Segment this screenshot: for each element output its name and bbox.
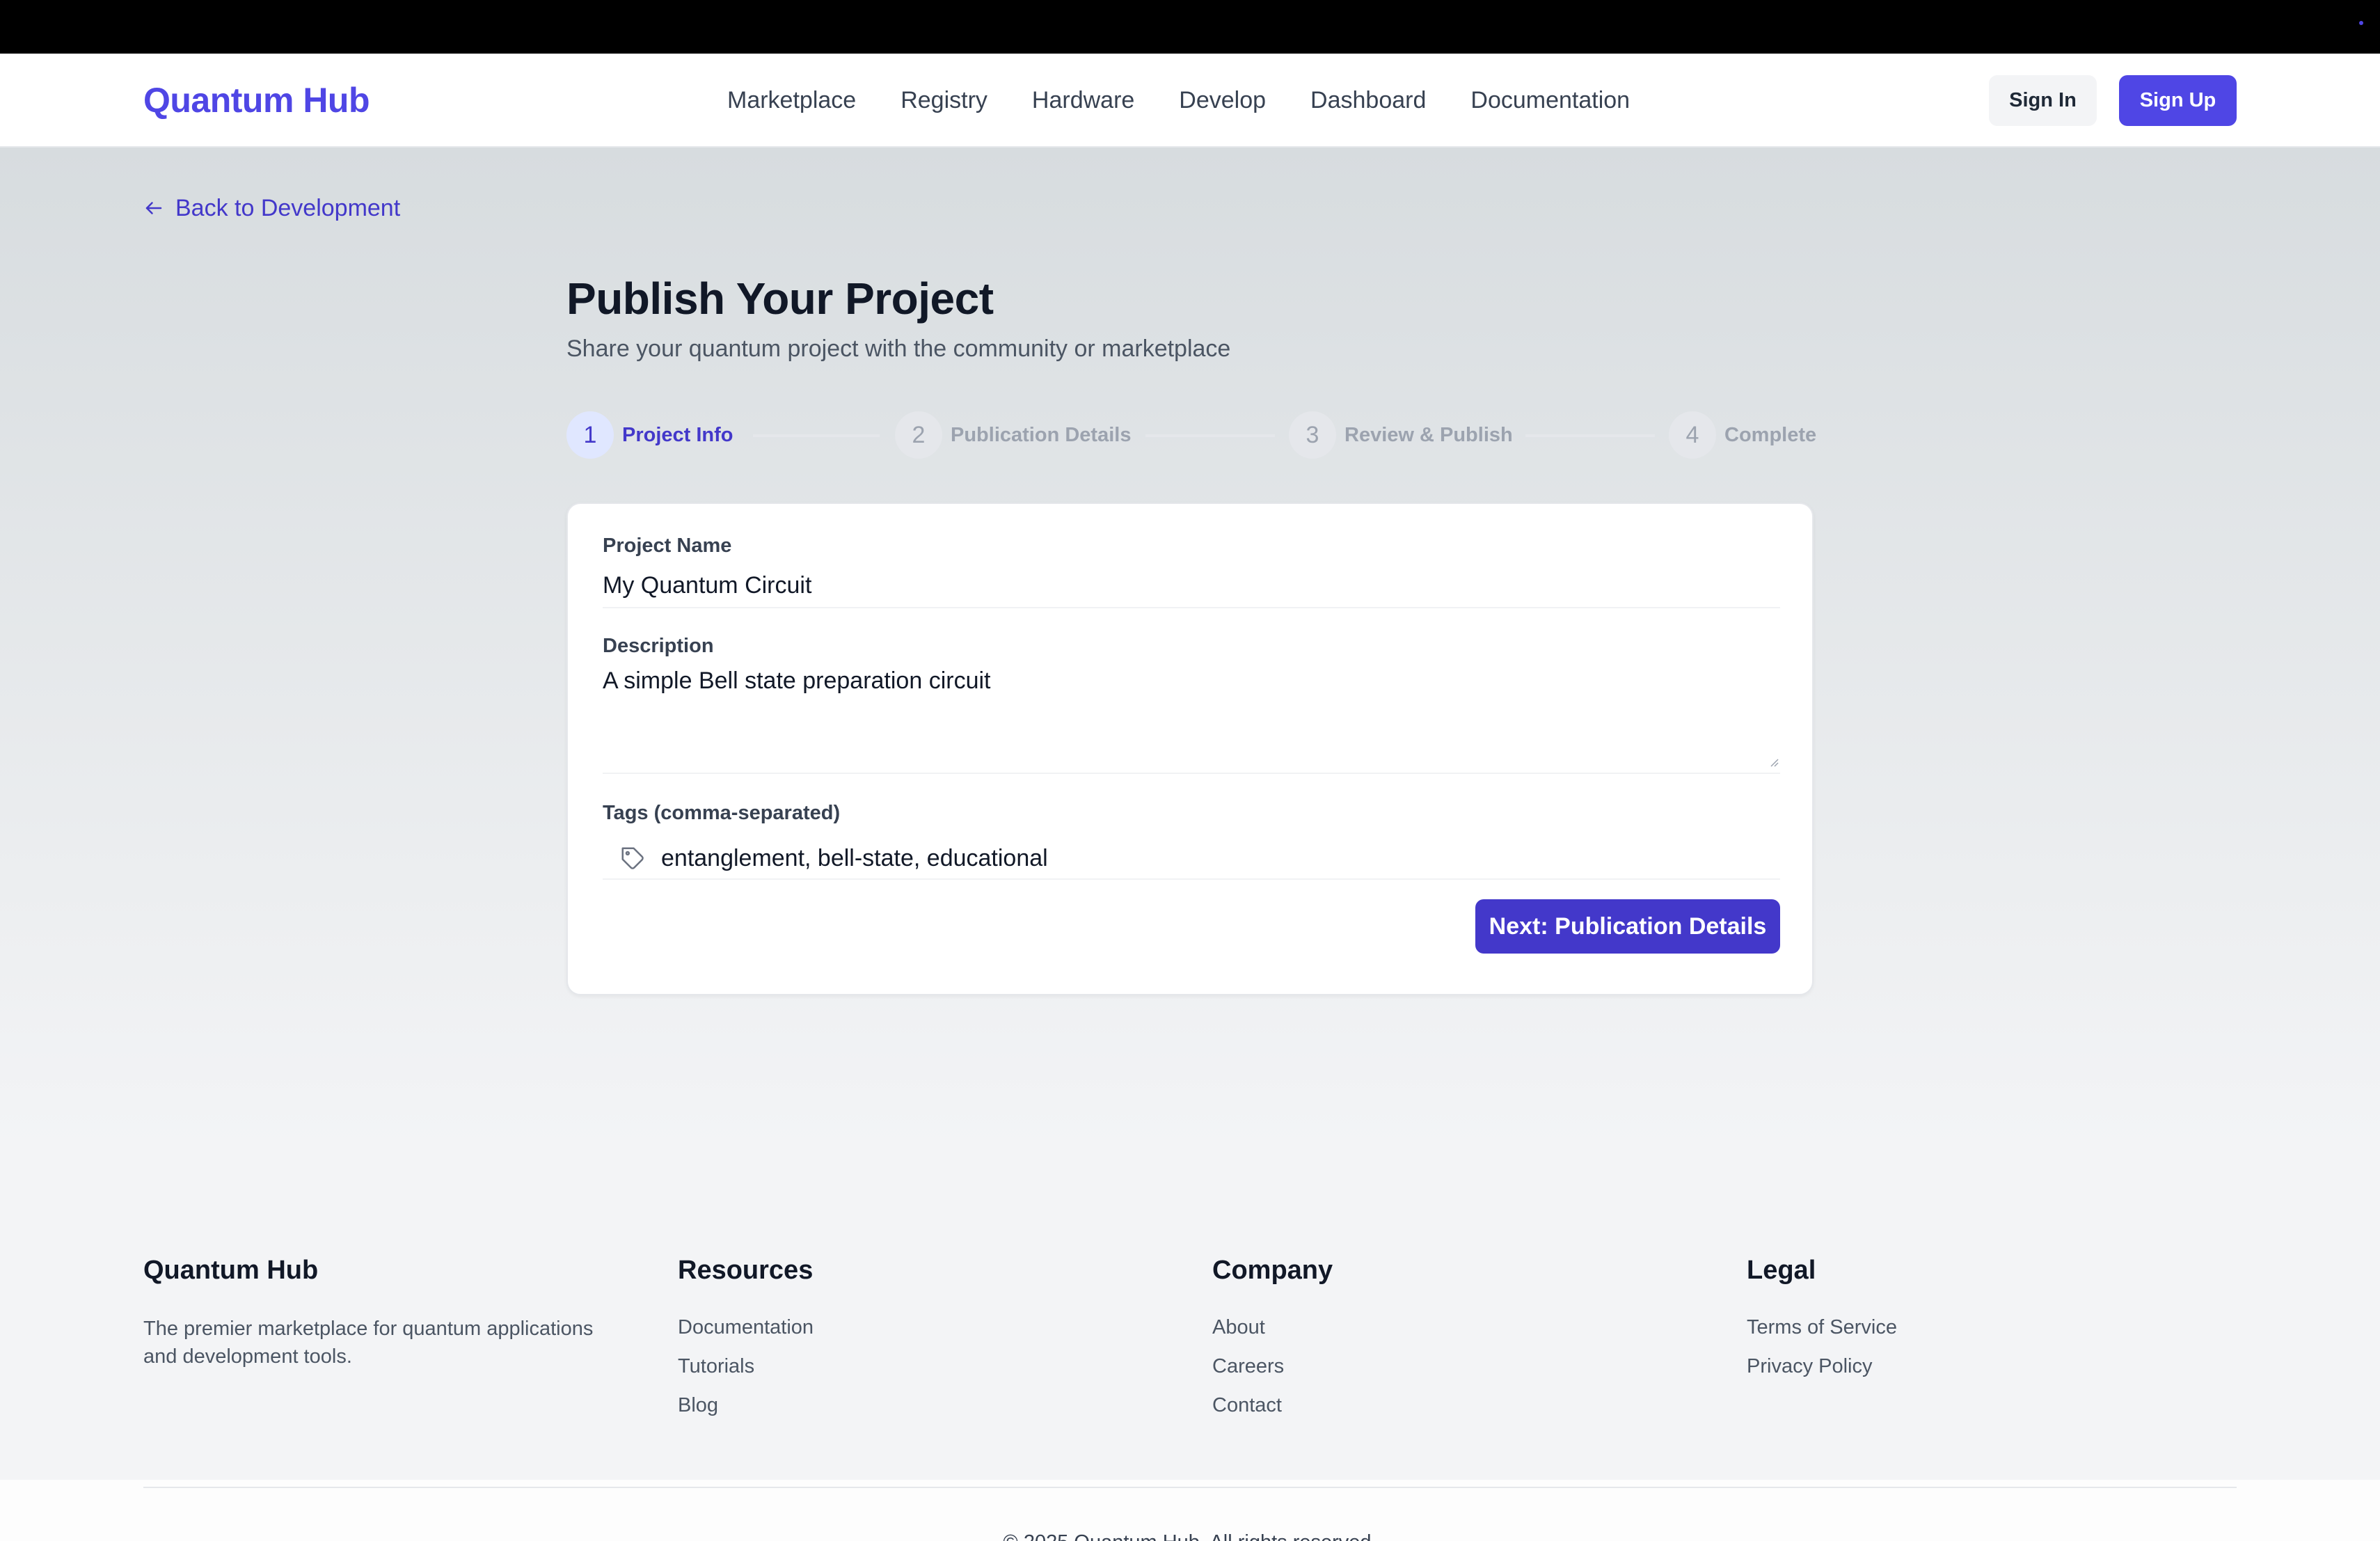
publish-stepper: 1 Project Info 2 Publication Details 3 R…	[566, 411, 1816, 459]
footer-resources: Resources Documentation Tutorials Blog	[678, 1256, 814, 1430]
footer-link-blog[interactable]: Blog	[678, 1391, 814, 1430]
step-connector	[1145, 434, 1275, 437]
sign-in-button[interactable]: Sign In	[1989, 75, 2097, 126]
back-link-label: Back to Development	[175, 194, 401, 221]
footer-divider	[143, 1487, 2237, 1488]
step-connector	[753, 434, 880, 437]
nav-link-registry[interactable]: Registry	[901, 79, 987, 122]
main-content: Back to Development Publish Your Project…	[0, 148, 2380, 1541]
footer-about: Quantum Hub The premier marketplace for …	[143, 1256, 630, 1370]
footer-link-tutorials[interactable]: Tutorials	[678, 1352, 814, 1391]
step-number: 1	[566, 411, 614, 459]
top-navigation: Quantum Hub Marketplace Registry Hardwar…	[0, 54, 2380, 148]
footer-resources-heading: Resources	[678, 1256, 814, 1285]
footer-company-heading: Company	[1212, 1256, 1333, 1285]
step-project-info[interactable]: 1 Project Info	[566, 411, 733, 459]
nav-link-develop[interactable]: Develop	[1179, 79, 1266, 122]
step-connector	[1525, 434, 1655, 437]
step-complete[interactable]: 4 Complete	[1669, 411, 1816, 459]
description-field[interactable]: A simple Bell state preparation circuit	[603, 665, 1780, 774]
nav-link-marketplace[interactable]: Marketplace	[727, 79, 856, 122]
page-subtitle: Share your quantum project with the comm…	[566, 335, 1231, 362]
step-review-publish[interactable]: 3 Review & Publish	[1289, 411, 1513, 459]
step-publication-details[interactable]: 2 Publication Details	[895, 411, 1131, 459]
browser-top-bar	[0, 0, 2380, 54]
tag-icon	[619, 845, 646, 871]
arrow-left-icon	[145, 202, 162, 214]
tags-field-wrapper	[603, 838, 1780, 880]
step-label: Publication Details	[951, 423, 1132, 446]
step-label: Review & Publish	[1344, 423, 1513, 446]
brand-logo[interactable]: Quantum Hub	[143, 79, 370, 122]
tags-input[interactable]	[661, 844, 1705, 872]
footer-link-contact[interactable]: Contact	[1212, 1391, 1333, 1430]
resize-handle-icon[interactable]	[1768, 756, 1779, 767]
footer-legal-heading: Legal	[1747, 1256, 1816, 1285]
footer-brand-description: The premier marketplace for quantum appl…	[143, 1318, 594, 1368]
step-label: Complete	[1724, 423, 1817, 446]
indicator-dot	[2359, 21, 2363, 25]
project-name-field[interactable]	[603, 564, 1780, 608]
footer-link-about[interactable]: About	[1212, 1313, 1333, 1352]
copyright-text: © 2025 Quantum Hub. All rights reserved.	[0, 1531, 2380, 1541]
project-info-form: Project Name Description A simple Bell s…	[566, 503, 1814, 995]
footer-company: Company About Careers Contact	[1212, 1256, 1333, 1430]
footer-brand-heading: Quantum Hub	[143, 1256, 319, 1285]
footer-link-documentation[interactable]: Documentation	[678, 1313, 814, 1352]
nav-links: Marketplace Registry Hardware Develop Da…	[727, 79, 1630, 122]
sign-up-button[interactable]: Sign Up	[2119, 75, 2237, 126]
back-to-development-link[interactable]: Back to Development	[143, 191, 400, 226]
step-number: 3	[1289, 411, 1336, 459]
tags-label: Tags (comma-separated)	[603, 802, 841, 824]
step-number: 4	[1669, 411, 1716, 459]
project-name-label: Project Name	[603, 535, 732, 557]
page-title: Publish Your Project	[566, 274, 994, 324]
footer-link-careers[interactable]: Careers	[1212, 1352, 1333, 1391]
footer-link-privacy[interactable]: Privacy Policy	[1747, 1352, 1897, 1391]
nav-link-dashboard[interactable]: Dashboard	[1310, 79, 1426, 122]
footer-link-terms[interactable]: Terms of Service	[1747, 1313, 1897, 1352]
nav-link-documentation[interactable]: Documentation	[1470, 79, 1630, 122]
footer-legal: Legal Terms of Service Privacy Policy	[1747, 1256, 1897, 1391]
description-label: Description	[603, 635, 714, 657]
step-number: 2	[895, 411, 942, 459]
next-publication-details-button[interactable]: Next: Publication Details	[1475, 899, 1780, 954]
step-label: Project Info	[622, 423, 733, 446]
nav-link-hardware[interactable]: Hardware	[1032, 79, 1134, 122]
